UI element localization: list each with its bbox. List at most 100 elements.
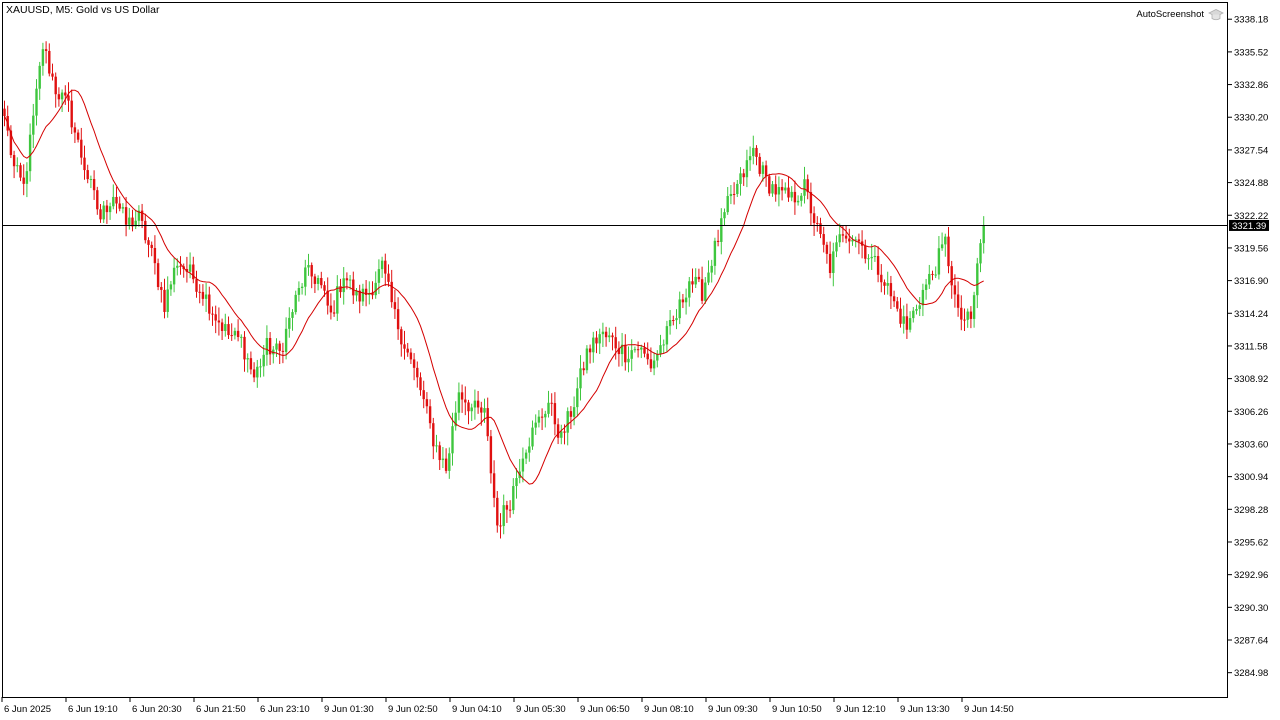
candle-body	[89, 179, 93, 181]
candle-body	[144, 220, 147, 241]
candle-body	[758, 156, 761, 174]
candle-body	[217, 320, 221, 323]
candle-body	[649, 359, 653, 369]
y-tick-label: 3330.20	[1234, 113, 1268, 124]
candle-body	[691, 281, 694, 285]
price-chart[interactable]: 3338.18 3335.52 3332.86 3330.20 3327.54 3324.…	[0, 0, 1280, 720]
candle-body	[592, 337, 595, 353]
candle-body	[60, 92, 64, 100]
candle-body	[73, 127, 77, 133]
candle-body	[214, 314, 217, 321]
candle-body	[864, 245, 867, 259]
candle-body	[297, 288, 301, 295]
candle-body	[108, 206, 112, 213]
y-tick-label: 3332.86	[1234, 80, 1268, 91]
candle-body	[249, 358, 253, 370]
candle-body	[547, 402, 550, 414]
candle-body	[601, 331, 605, 335]
candle-body	[166, 289, 169, 312]
candle-body	[435, 445, 438, 447]
watermark-label: AutoScreenshot	[1136, 9, 1204, 20]
candle-body	[233, 330, 237, 336]
candle-body	[643, 347, 646, 354]
candle-body	[832, 251, 835, 274]
candle-body	[838, 234, 841, 243]
candle-body	[595, 337, 598, 344]
candle-body	[934, 274, 937, 276]
candle-body	[230, 335, 233, 337]
candle-body	[732, 193, 736, 195]
x-tick-label: 6 Jun 23:10	[260, 704, 310, 715]
candle-body	[387, 273, 390, 282]
y-tick-label: 3298.28	[1234, 505, 1268, 516]
candle-body	[419, 377, 422, 391]
candle-body	[384, 260, 387, 274]
y-tick-label: 3295.62	[1234, 537, 1268, 548]
candle-body	[208, 294, 211, 314]
candle-body	[604, 331, 608, 338]
candle-body	[684, 297, 688, 303]
candle-body	[694, 276, 697, 285]
candle-body	[476, 400, 480, 408]
candle-body	[28, 134, 32, 172]
candle-body	[284, 328, 288, 352]
x-tick-label: 9 Jun 06:50	[580, 704, 630, 715]
candle-body	[512, 486, 515, 511]
y-tick-label: 3314.24	[1234, 309, 1268, 320]
x-tick-label: 9 Jun 13:30	[900, 704, 950, 715]
candle-body	[313, 276, 317, 284]
candle-body	[976, 263, 979, 296]
candle-body	[3, 108, 6, 117]
candle-body	[912, 310, 915, 319]
x-tick-label: 9 Jun 02:50	[388, 704, 438, 715]
candle-body	[172, 267, 176, 285]
y-tick-label: 3324.88	[1234, 178, 1268, 189]
candle-body	[844, 235, 848, 239]
candle-body	[150, 244, 153, 248]
candle-body	[288, 317, 291, 329]
candle-body	[652, 360, 656, 369]
x-tick-label: 9 Jun 01:30	[324, 704, 374, 715]
candle-body	[86, 170, 89, 180]
candle-body	[377, 269, 381, 283]
candle-body	[764, 165, 768, 177]
y-tick-label: 3300.94	[1234, 472, 1268, 483]
candle-body	[924, 284, 928, 290]
candle-body	[521, 458, 525, 472]
candle-body	[428, 406, 432, 424]
candle-body	[524, 452, 528, 459]
candle-body	[931, 273, 934, 275]
candle-body	[304, 267, 307, 287]
candle-body	[793, 191, 797, 203]
candle-body	[796, 200, 800, 203]
candle-body	[96, 190, 99, 210]
candle-body	[953, 285, 957, 295]
candle-body	[963, 319, 966, 321]
candle-body	[835, 242, 838, 252]
candle-body	[726, 196, 729, 213]
candle-body	[841, 234, 845, 236]
candle-body	[224, 324, 227, 331]
candle-body	[457, 392, 461, 413]
candle-body	[25, 171, 29, 184]
candle-body	[742, 173, 745, 178]
candle-body	[444, 458, 448, 471]
candle-body	[99, 209, 102, 220]
candle-body	[534, 422, 537, 428]
candle-body	[972, 295, 976, 319]
candle-body	[787, 187, 790, 198]
candle-body	[902, 316, 905, 324]
candle-body	[38, 65, 41, 89]
candle-body	[278, 343, 281, 351]
candle-body	[640, 347, 643, 350]
candle-body	[784, 187, 787, 191]
candle-body	[92, 179, 96, 191]
candle-body	[124, 207, 128, 225]
candle-body	[944, 236, 947, 245]
candle-body	[665, 326, 669, 345]
y-tick-label: 3335.52	[1234, 47, 1268, 58]
candle-body	[544, 413, 547, 418]
candle-body	[227, 324, 230, 336]
candle-body	[825, 244, 829, 254]
candle-body	[57, 94, 61, 100]
